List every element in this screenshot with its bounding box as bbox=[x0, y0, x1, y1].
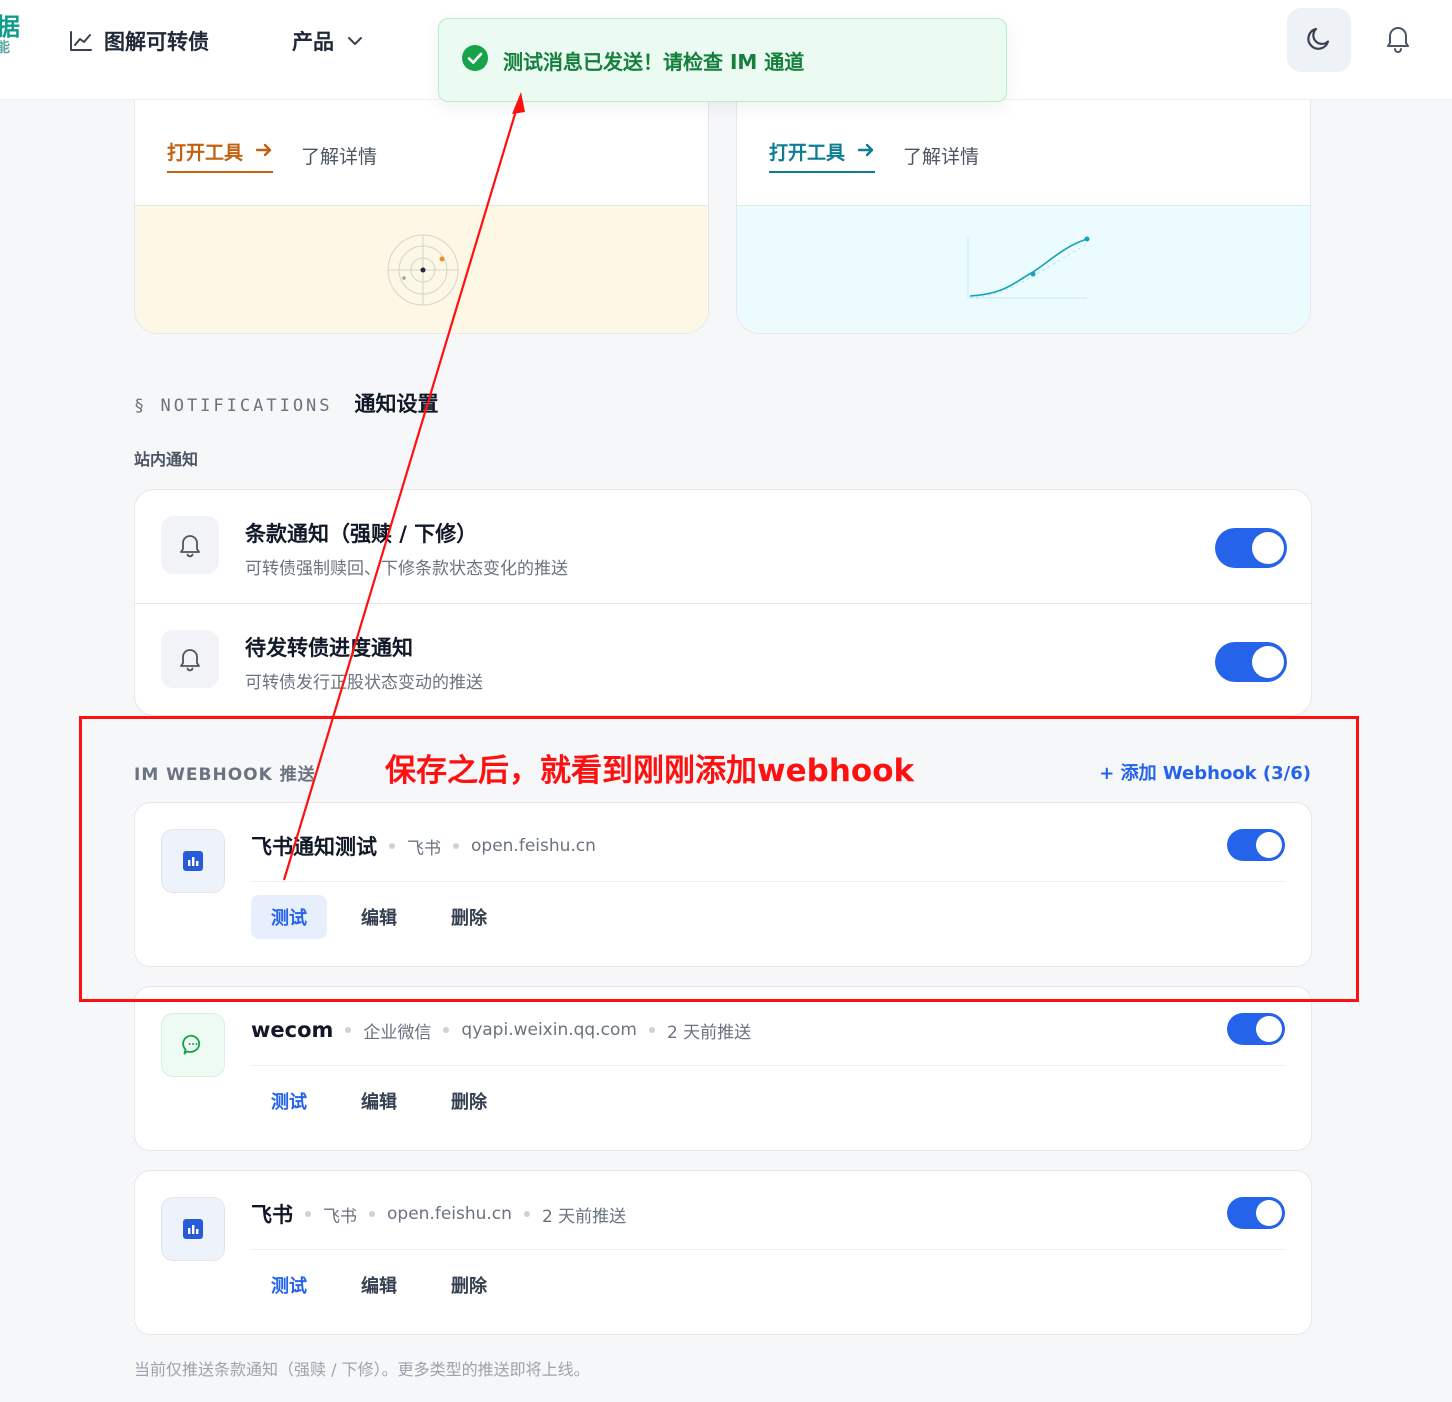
webhook-name: 飞书 bbox=[251, 1203, 293, 1227]
toggle-knob bbox=[1252, 646, 1284, 678]
notification-title: 待发转债进度通知 bbox=[245, 636, 413, 660]
notification-row-terms: 条款通知（强赎 / 下修） 可转债强制赎回、下修条款状态变化的推送 bbox=[135, 490, 1311, 603]
divider bbox=[251, 1249, 1285, 1250]
tool-card-radar: 打开工具 了解详情 bbox=[134, 100, 709, 334]
delete-button[interactable]: 删除 bbox=[431, 1079, 507, 1123]
bell-icon bbox=[1384, 23, 1412, 57]
webhook-actions: 测试 编辑 删除 bbox=[251, 1263, 507, 1307]
webhook-name: wecom bbox=[251, 1018, 334, 1042]
separator-dot bbox=[369, 1211, 375, 1217]
arrow-right-icon bbox=[255, 141, 273, 163]
toast-message: 测试消息已发送！请检查 IM 通道 bbox=[503, 49, 805, 74]
section-title: 通知设置 bbox=[354, 392, 439, 416]
edit-button[interactable]: 编辑 bbox=[341, 1263, 417, 1307]
footnote: 当前仅推送条款通知（强赎 / 下修）。更多类型的推送即将上线。 bbox=[134, 1360, 590, 1379]
separator-dot bbox=[345, 1027, 352, 1033]
nav-item-products[interactable]: 产品 bbox=[292, 26, 366, 56]
separator-dot bbox=[648, 1027, 655, 1033]
brand-line1: 据 bbox=[0, 13, 20, 41]
webhook-card: 飞书 飞书 open.feishu.cn 2 天前推送 测试 编辑 删除 bbox=[134, 1170, 1312, 1335]
webhook-header: wecom 企业微信 qyapi.weixin.qq.com 2 天前推送 bbox=[251, 1015, 751, 1045]
nav-label-products: 产品 bbox=[292, 30, 334, 54]
notification-toggle[interactable] bbox=[1215, 642, 1287, 682]
curve-chart-icon bbox=[965, 234, 1095, 310]
webhook-last-push: 2 天前推送 bbox=[541, 1206, 627, 1227]
success-toast: 测试消息已发送！请检查 IM 通道 bbox=[438, 18, 1007, 102]
brand-logo[interactable]: 据 能 bbox=[0, 13, 20, 56]
webhook-platform: 飞书 bbox=[323, 1206, 357, 1227]
toggle-knob bbox=[1256, 1016, 1282, 1042]
webhook-header: 飞书 飞书 open.feishu.cn 2 天前推送 bbox=[251, 1199, 626, 1229]
separator-dot bbox=[305, 1211, 311, 1217]
tool-card-curve: 打开工具 了解详情 bbox=[736, 100, 1311, 334]
open-tool-link[interactable]: 打开工具 bbox=[167, 138, 274, 173]
webhook-host: open.feishu.cn bbox=[387, 1204, 512, 1224]
notification-row-pending: 待发转债进度通知 可转债发行正股状态变动的推送 bbox=[135, 603, 1311, 715]
nav-item-charts[interactable]: 图解可转债 bbox=[68, 26, 209, 56]
bell-icon bbox=[161, 516, 219, 574]
webhook-toggle[interactable] bbox=[1227, 1013, 1285, 1045]
notification-title: 条款通知（强赎 / 下修） bbox=[245, 522, 478, 546]
brand-line2: 能 bbox=[0, 40, 10, 56]
in-app-notifications-card: 条款通知（强赎 / 下修） 可转债强制赎回、下修条款状态变化的推送 待发转债进度… bbox=[134, 489, 1312, 716]
webhook-host: qyapi.weixin.qq.com bbox=[461, 1020, 637, 1040]
check-circle-icon bbox=[461, 44, 489, 76]
webhook-actions: 测试 编辑 删除 bbox=[251, 1079, 507, 1123]
in-app-notifications-label: 站内通知 bbox=[134, 450, 199, 469]
learn-more-link[interactable]: 了解详情 bbox=[903, 142, 979, 169]
notification-desc: 可转债强制赎回、下修条款状态变化的推送 bbox=[245, 559, 568, 579]
section-label: § NOTIFICATIONS bbox=[134, 396, 333, 416]
bell-icon bbox=[161, 630, 219, 688]
learn-more-link[interactable]: 了解详情 bbox=[301, 142, 377, 169]
tool-preview bbox=[737, 205, 1310, 333]
line-chart-icon bbox=[68, 29, 94, 53]
delete-button[interactable]: 删除 bbox=[431, 1263, 507, 1307]
annotation-text: 保存之后，就看到刚刚添加webhook bbox=[385, 753, 915, 789]
webhook-last-push: 2 天前推送 bbox=[666, 1022, 752, 1043]
tool-preview bbox=[135, 205, 708, 333]
toggle-knob bbox=[1252, 532, 1284, 564]
notification-toggle[interactable] bbox=[1215, 528, 1287, 568]
theme-toggle-button[interactable] bbox=[1287, 8, 1351, 72]
wecom-icon bbox=[161, 1013, 225, 1077]
separator-dot bbox=[443, 1027, 450, 1033]
nav-label-charts: 图解可转债 bbox=[104, 30, 209, 54]
arrow-right-icon bbox=[857, 141, 875, 163]
open-tool-label: 打开工具 bbox=[769, 142, 846, 164]
moon-icon bbox=[1304, 23, 1334, 57]
divider bbox=[251, 1065, 1285, 1066]
notifications-section-header: § NOTIFICATIONS 通知设置 bbox=[134, 388, 439, 418]
notification-desc: 可转债发行正股状态变动的推送 bbox=[245, 673, 483, 693]
open-tool-label: 打开工具 bbox=[167, 142, 244, 164]
test-button[interactable]: 测试 bbox=[251, 1079, 327, 1123]
notifications-button[interactable] bbox=[1372, 20, 1424, 60]
radar-chart-icon bbox=[385, 232, 461, 312]
feishu-icon bbox=[161, 1197, 225, 1261]
webhook-card: wecom 企业微信 qyapi.weixin.qq.com 2 天前推送 测试… bbox=[134, 986, 1312, 1151]
toggle-knob bbox=[1256, 1200, 1282, 1226]
separator-dot bbox=[523, 1211, 530, 1217]
webhook-toggle[interactable] bbox=[1227, 1197, 1285, 1229]
chevron-down-icon bbox=[344, 30, 366, 52]
edit-button[interactable]: 编辑 bbox=[341, 1079, 417, 1123]
open-tool-link[interactable]: 打开工具 bbox=[769, 138, 876, 173]
webhook-platform: 企业微信 bbox=[363, 1022, 432, 1043]
test-button[interactable]: 测试 bbox=[251, 1263, 327, 1307]
